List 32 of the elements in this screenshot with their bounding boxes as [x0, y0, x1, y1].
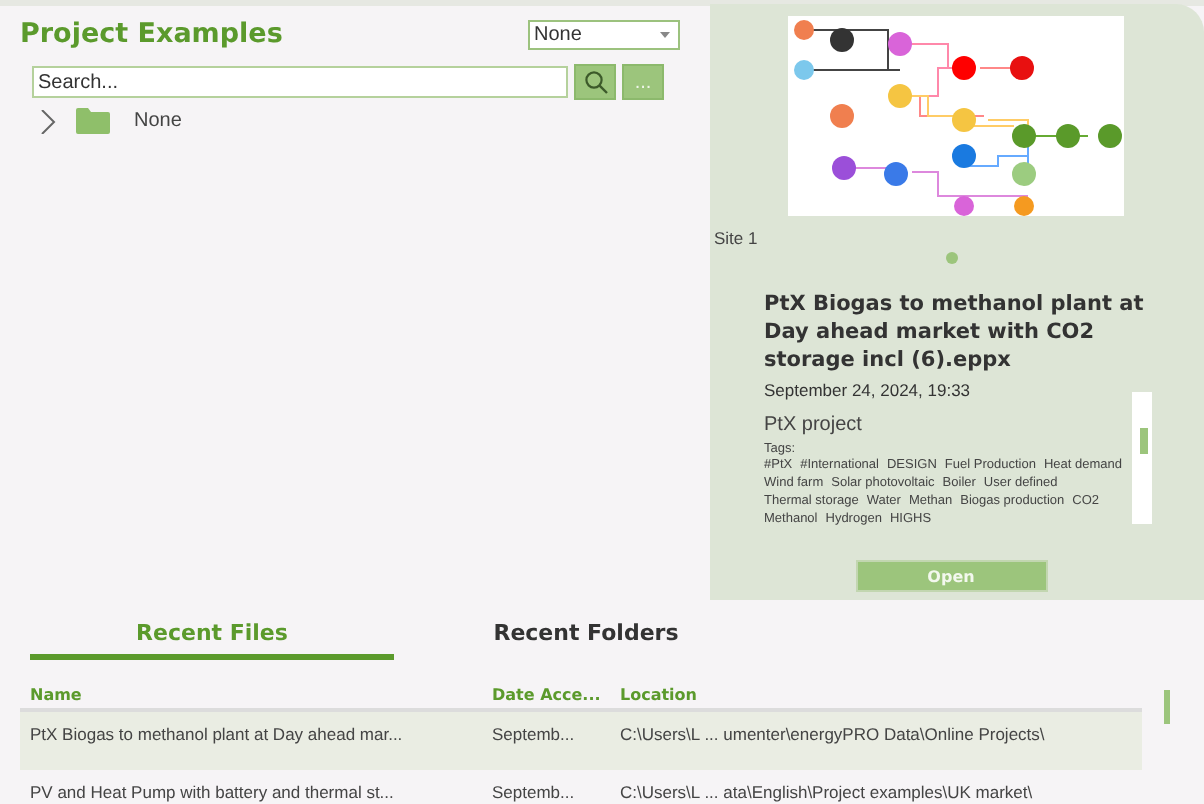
page-indicator-dot[interactable]	[946, 252, 958, 264]
caret-icon	[660, 31, 670, 37]
table-cell-text: C:\Users\L ... umenter\energyPRO Data\Online Projects\	[618, 724, 1045, 748]
scrollbar-thumb[interactable]	[1164, 690, 1170, 724]
more-button[interactable]: ...	[622, 64, 664, 100]
tree-item[interactable]: None	[134, 110, 182, 132]
table-cell-text: Septemb...	[490, 724, 577, 748]
column-header[interactable]: Name	[20, 685, 482, 703]
panel-title: Project Examples	[20, 18, 283, 50]
scrollbar[interactable]	[1132, 392, 1152, 524]
table-cell-text: PtX Biogas to methanol plant at Day ahead mar...	[28, 724, 405, 748]
project-date: September 24, 2024, 19:33	[764, 380, 973, 400]
search-icon	[583, 70, 607, 94]
search-field[interactable]: Search...	[32, 66, 568, 98]
chevron-right-icon[interactable]	[40, 109, 56, 133]
table-row[interactable]: PtX Biogas to methanol plant at Day ahead mar... Septemb... C:\Users\L ... umenter\energyPRO Data\Online Projects\	[20, 712, 1142, 770]
table-cell-text: Septemb...	[490, 782, 577, 804]
search-button[interactable]	[574, 64, 616, 100]
folder-icon	[76, 108, 110, 134]
open-button[interactable]: Open	[855, 560, 1047, 592]
site-label: Site 1	[714, 228, 760, 248]
table-cell-text: C:\Users\L ... ata\English\Project examples\UK market\	[618, 782, 1033, 804]
table-cell-text: PV and Heat Pump with battery and thermal st...	[28, 782, 396, 804]
project-description: PtX project	[764, 414, 864, 436]
tab[interactable]: Recent Folders	[404, 614, 768, 660]
project-title: PtX Biogas to methanol plant at Day ahead market with CO2 storage incl (6).eppx	[764, 290, 1146, 374]
column-header[interactable]: Location	[610, 685, 697, 703]
scrollbar-thumb[interactable]	[1140, 428, 1148, 454]
filter-dropdown[interactable]: None	[528, 19, 680, 49]
tab[interactable]: Recent Files	[30, 614, 394, 660]
column-header[interactable]: Date Acce...	[482, 685, 610, 703]
table-row[interactable]: PV and Heat Pump with battery and thermal st... Septemb... C:\Users\L ... ata\English\Project examples\UK market\	[20, 770, 1142, 804]
